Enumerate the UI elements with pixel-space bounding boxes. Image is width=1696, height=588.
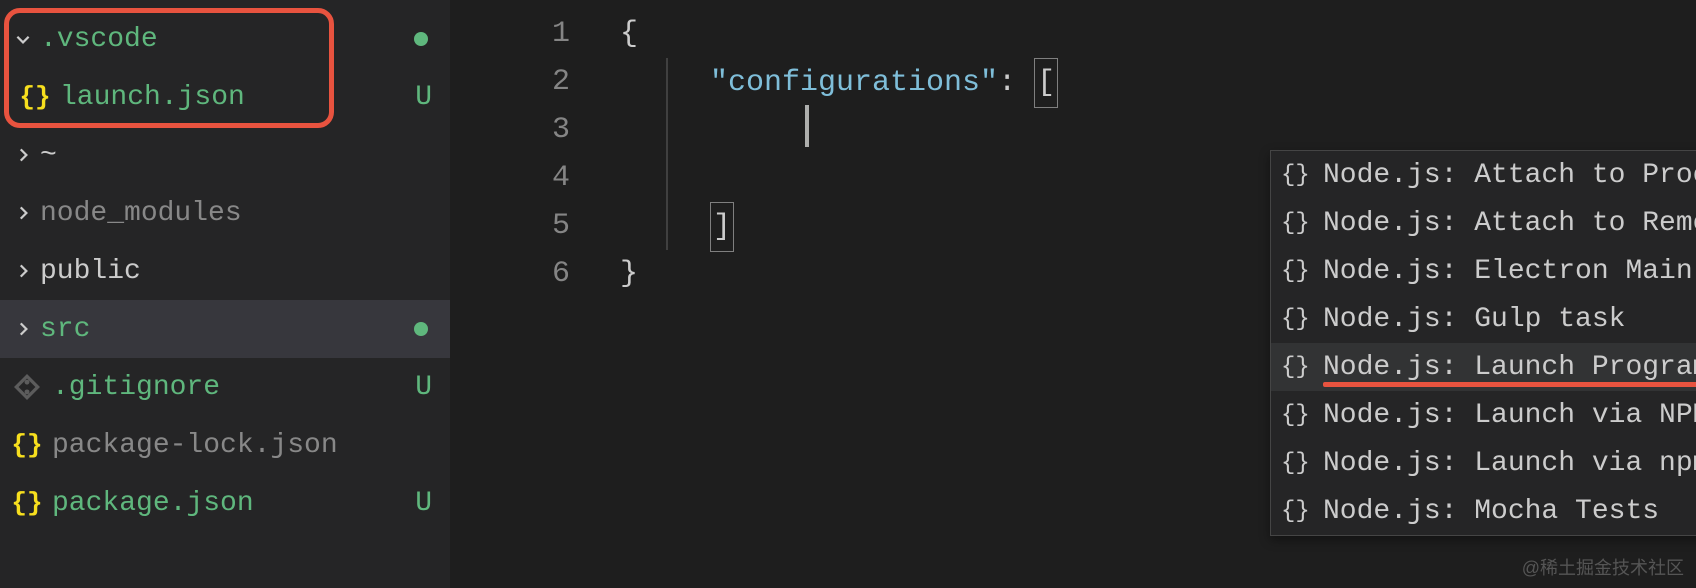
json-file-icon: {} bbox=[12, 430, 42, 460]
tree-item-label: package-lock.json bbox=[52, 430, 450, 461]
tree-item--gitignore[interactable]: .gitignoreU bbox=[0, 358, 450, 416]
tree-item--vscode[interactable]: .vscode bbox=[0, 10, 450, 68]
suggest-item[interactable]: {} Node.js: Launch via npm bbox=[1271, 439, 1696, 487]
tree-item-label: public bbox=[40, 256, 450, 287]
suggest-item-label: Node.js: Launch via npm bbox=[1323, 448, 1696, 479]
snippet-icon: {} bbox=[1281, 354, 1311, 381]
suggest-item[interactable]: {} Node.js: Gulp task bbox=[1271, 295, 1696, 343]
modified-indicator-icon bbox=[414, 322, 428, 336]
snippet-icon: {} bbox=[1281, 498, 1311, 525]
line-number: 3 bbox=[450, 106, 570, 154]
snippet-icon: {} bbox=[1281, 210, 1311, 237]
tree-item-label: .gitignore bbox=[52, 372, 415, 403]
code-token: ] bbox=[710, 202, 734, 252]
snippet-icon: {} bbox=[1281, 162, 1311, 189]
line-number: 6 bbox=[450, 250, 570, 298]
snippet-icon: {} bbox=[1281, 306, 1311, 333]
intellisense-suggest-widget[interactable]: {} Node.js: Attach to Process {} Node.js: A… bbox=[1270, 150, 1696, 536]
tree-item--[interactable]: ~ bbox=[0, 126, 450, 184]
chevron-down-icon[interactable] bbox=[12, 28, 34, 50]
line-number: 1 bbox=[450, 10, 570, 58]
json-file-icon: {} bbox=[12, 488, 42, 518]
snippet-icon: {} bbox=[1281, 258, 1311, 285]
text-cursor bbox=[805, 105, 809, 147]
tree-item-label: src bbox=[40, 314, 414, 345]
tree-item-label: package.json bbox=[52, 488, 415, 519]
tree-item-node-modules[interactable]: node_modules bbox=[0, 184, 450, 242]
file-explorer: .vscode{}launch.jsonU~node_modulespublic… bbox=[0, 0, 450, 588]
tree-item-label: node_modules bbox=[40, 198, 450, 229]
annotation-underline bbox=[1323, 382, 1696, 387]
suggest-item[interactable]: {} Node.js: Attach to Remote Program bbox=[1271, 199, 1696, 247]
chevron-right-icon[interactable] bbox=[12, 202, 34, 224]
suggest-item-label: Node.js: Gulp task bbox=[1323, 304, 1625, 335]
suggest-item-label: Node.js: Electron Main bbox=[1323, 256, 1693, 287]
watermark-text: @稀土掘金技术社区 bbox=[1522, 554, 1684, 580]
tree-item-public[interactable]: public bbox=[0, 242, 450, 300]
chevron-right-icon[interactable] bbox=[12, 318, 34, 340]
line-number: 4 bbox=[450, 154, 570, 202]
tree-item-label: .vscode bbox=[40, 24, 414, 55]
editor-pane: 123456 { "configurations": [ ] } {} Node.… bbox=[450, 0, 1696, 588]
suggest-item-label: Node.js: Launch Program bbox=[1323, 352, 1696, 383]
git-status-badge: U bbox=[415, 488, 432, 519]
modified-indicator-icon bbox=[414, 32, 428, 46]
json-file-icon: {} bbox=[20, 82, 50, 112]
suggest-item[interactable]: {} Node.js: Electron Main bbox=[1271, 247, 1696, 295]
line-number: 5 bbox=[450, 202, 570, 250]
code-token: } bbox=[620, 257, 638, 291]
suggest-item[interactable]: {} Node.js: Mocha Tests bbox=[1271, 487, 1696, 535]
code-token: : bbox=[998, 66, 1034, 100]
tree-item-launch-json[interactable]: {} launch.jsonU bbox=[0, 68, 450, 126]
tree-item-package-json[interactable]: {} package.jsonU bbox=[0, 474, 450, 532]
tree-item-src[interactable]: src bbox=[0, 300, 450, 358]
tree-item-label: launch.json bbox=[60, 82, 415, 113]
snippet-icon: {} bbox=[1281, 450, 1311, 477]
git-status-badge: U bbox=[415, 82, 432, 113]
code-token: [ bbox=[1034, 58, 1058, 108]
indent-guide bbox=[666, 58, 668, 250]
chevron-right-icon[interactable] bbox=[12, 144, 34, 166]
suggest-item[interactable]: {} Node.js: Attach to Process bbox=[1271, 151, 1696, 199]
code-token: "configurations" bbox=[710, 66, 998, 100]
git-status-badge: U bbox=[415, 372, 432, 403]
line-number: 2 bbox=[450, 58, 570, 106]
suggest-item-label: Node.js: Attach to Remote Program bbox=[1323, 208, 1696, 239]
suggest-item[interactable]: {} Node.js: Launch via NPM bbox=[1271, 391, 1696, 439]
suggest-item-label: Node.js: Launch via NPM bbox=[1323, 400, 1696, 431]
snippet-icon: {} bbox=[1281, 402, 1311, 429]
git-file-icon bbox=[12, 372, 42, 402]
tree-item-package-lock-json[interactable]: {} package-lock.json bbox=[0, 416, 450, 474]
tree-item-label: ~ bbox=[40, 140, 450, 171]
chevron-right-icon[interactable] bbox=[12, 260, 34, 282]
suggest-item-label: Node.js: Attach to Process bbox=[1323, 160, 1696, 191]
suggest-item-label: Node.js: Mocha Tests bbox=[1323, 496, 1659, 527]
code-token: { bbox=[620, 17, 638, 51]
line-number-gutter: 123456 bbox=[450, 0, 620, 588]
suggest-item[interactable]: {} Node.js: Launch Program bbox=[1271, 343, 1696, 391]
